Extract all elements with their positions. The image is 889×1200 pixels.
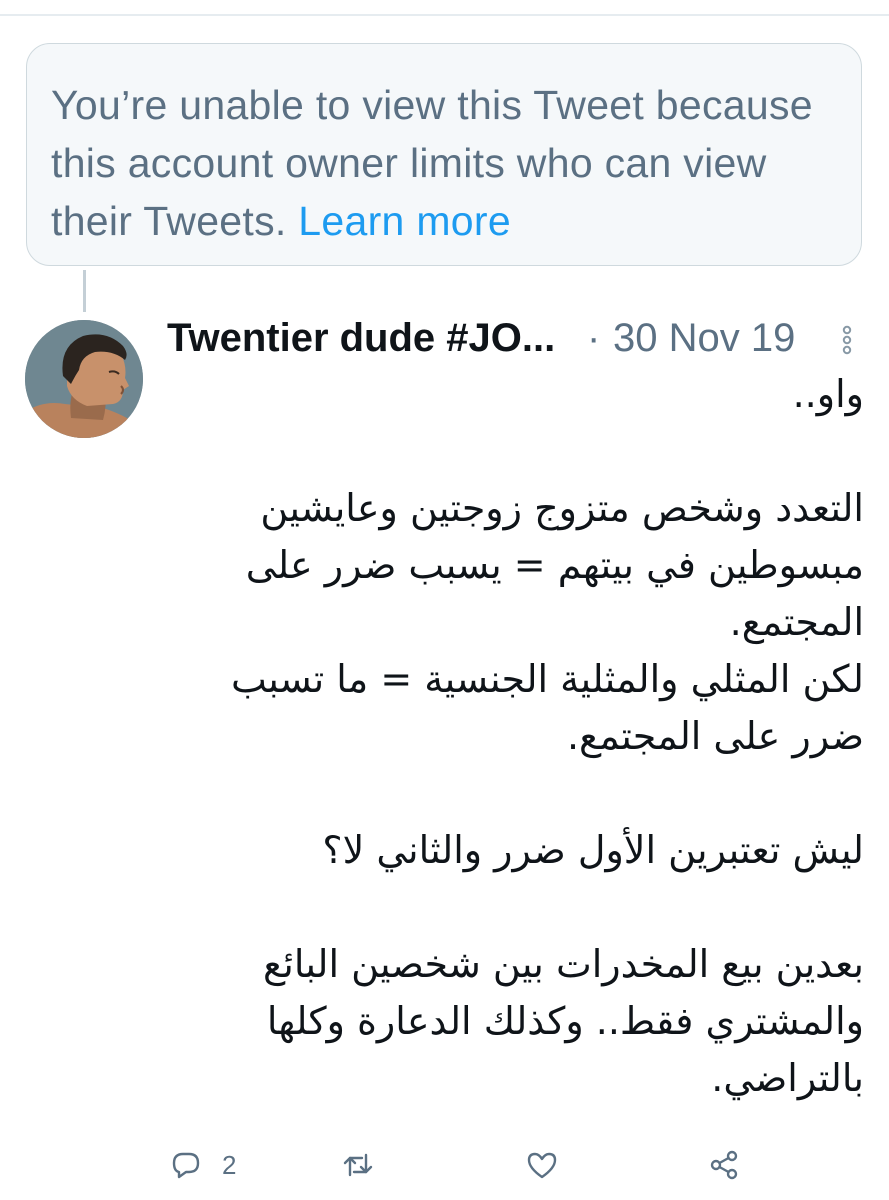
top-divider: [0, 14, 889, 16]
share-icon: [710, 1150, 738, 1180]
like-button[interactable]: [526, 1140, 558, 1190]
tweet-date[interactable]: 30 Nov 19: [613, 316, 795, 361]
author-name[interactable]: Twentier dude #JO...: [167, 316, 555, 361]
avatar-portrait-image: [25, 320, 143, 438]
learn-more-link[interactable]: Learn more: [298, 198, 511, 244]
tweet-text: واو.. التعدد وشخص متزوج زوجتين وعايشين م…: [230, 372, 864, 1100]
more-vertical-icon[interactable]: [835, 320, 859, 360]
retweet-button[interactable]: [342, 1140, 374, 1190]
tweet-header: Twentier dude #JO... · 30 Nov 19: [167, 312, 867, 368]
notice-text: You’re unable to view this Tweet because…: [51, 76, 837, 250]
thread-connector-line: [83, 270, 86, 312]
heart-icon: [527, 1152, 557, 1179]
share-button[interactable]: [708, 1140, 740, 1190]
reply-button[interactable]: 2: [170, 1140, 236, 1190]
header-separator: ·: [587, 316, 601, 360]
tweet-thread-screen: You’re unable to view this Tweet because…: [0, 0, 889, 1200]
reply-count: 2: [222, 1149, 237, 1180]
reply-icon: [172, 1152, 200, 1179]
retweet-icon: [343, 1153, 373, 1177]
avatar[interactable]: [25, 320, 143, 438]
tweet-actions-bar: 2: [164, 1140, 864, 1190]
restricted-tweet-notice: You’re unable to view this Tweet because…: [26, 43, 862, 266]
